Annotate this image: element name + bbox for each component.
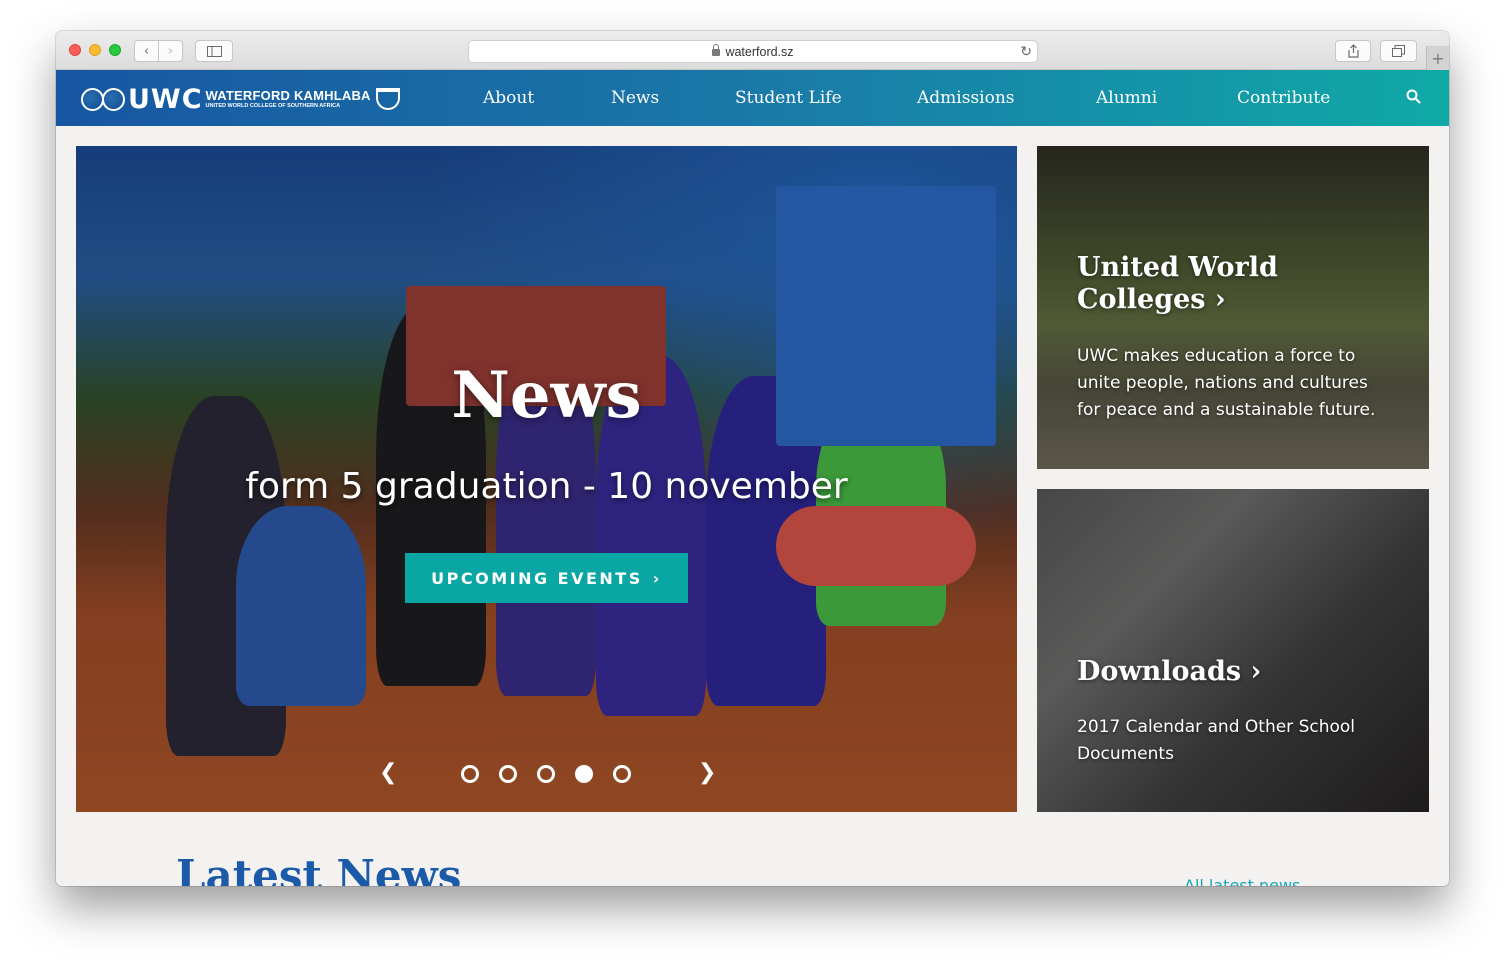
uwc-card-text: UWC makes education a force to unite peo… xyxy=(1077,346,1376,420)
downloads-card[interactable]: Downloads › 2017 Calendar and Other Scho… xyxy=(1037,489,1429,812)
share-button[interactable] xyxy=(1335,40,1371,62)
nav-item-about[interactable]: About xyxy=(483,88,534,108)
upcoming-events-button[interactable]: UPCOMING EVENTS › xyxy=(405,553,688,603)
downloads-card-title: Downloads › xyxy=(1077,656,1262,687)
sidebar-toggle-button[interactable] xyxy=(195,40,233,62)
search-icon[interactable] xyxy=(1406,89,1421,104)
slider-dots xyxy=(461,765,631,783)
tabs-icon xyxy=(1392,45,1405,57)
all-latest-news-link[interactable]: All latest news xyxy=(1184,876,1300,886)
slider-dot[interactable] xyxy=(537,765,555,783)
show-tabs-button[interactable] xyxy=(1380,40,1417,62)
chevron-left-icon: ‹ xyxy=(143,43,150,59)
nav-item-alumni[interactable]: Alumni xyxy=(1096,88,1157,108)
emblem-icon xyxy=(375,88,400,110)
hero-subtitle: form 5 graduation - 10 november xyxy=(245,466,848,507)
browser-titlebar: ‹ › waterford.sz ↻ + xyxy=(56,31,1449,70)
slider-dot[interactable] xyxy=(461,765,479,783)
site-header: UWC WATERFORD KAMHLABA UNITED WORLD COLL… xyxy=(56,70,1449,126)
slider-dot[interactable] xyxy=(613,765,631,783)
uwc-card[interactable]: United World Colleges › UWC makes educat… xyxy=(1037,146,1429,469)
nav-item-news[interactable]: News xyxy=(611,88,659,108)
globe-logo-icon xyxy=(81,87,125,111)
hero-slider[interactable]: News form 5 graduation - 10 november UPC… xyxy=(76,146,1017,812)
logo-school-name: WATERFORD KAMHLABA xyxy=(205,87,371,103)
chevron-right-icon: › xyxy=(652,568,662,588)
latest-news-heading: Latest News xyxy=(176,851,462,886)
logo-uwc-text: UWC xyxy=(128,83,203,115)
nav-item-admissions[interactable]: Admissions xyxy=(917,88,1015,108)
url-text: waterford.sz xyxy=(725,44,794,59)
hero-title: News xyxy=(451,358,642,433)
plus-icon: + xyxy=(1431,48,1445,68)
maximize-window-button[interactable] xyxy=(109,44,121,56)
slider-prev-button[interactable]: ❮ xyxy=(379,760,397,785)
uwc-card-title: United World Colleges › xyxy=(1077,252,1278,316)
new-tab-button[interactable]: + xyxy=(1426,46,1449,70)
share-icon xyxy=(1347,44,1359,58)
reload-icon[interactable]: ↻ xyxy=(1020,43,1032,60)
back-button[interactable]: ‹ xyxy=(134,40,159,62)
lock-icon xyxy=(712,44,721,56)
slider-dot[interactable] xyxy=(499,765,517,783)
address-bar[interactable]: waterford.sz ↻ xyxy=(468,40,1038,63)
upcoming-events-label: UPCOMING EVENTS xyxy=(431,568,643,588)
chevron-right-icon: › xyxy=(167,43,174,59)
minimize-window-button[interactable] xyxy=(89,44,101,56)
close-window-button[interactable] xyxy=(69,44,81,56)
downloads-card-text: 2017 Calendar and Other School Documents xyxy=(1077,717,1356,764)
nav-item-contribute[interactable]: Contribute xyxy=(1237,88,1330,108)
nav-item-student-life[interactable]: Student Life xyxy=(735,88,842,108)
site-logo[interactable]: UWC WATERFORD KAMHLABA UNITED WORLD COLL… xyxy=(81,83,400,115)
logo-subtitle: UNITED WORLD COLLEGE OF SOUTHERN AFRICA xyxy=(205,102,341,109)
forward-button[interactable]: › xyxy=(158,40,183,62)
slider-dot-active[interactable] xyxy=(575,765,593,783)
slider-next-button[interactable]: ❯ xyxy=(698,760,716,785)
sidebar-icon xyxy=(206,45,222,57)
browser-window: ‹ › waterford.sz ↻ + UWC WATERFORD KAMHL… xyxy=(56,31,1449,886)
